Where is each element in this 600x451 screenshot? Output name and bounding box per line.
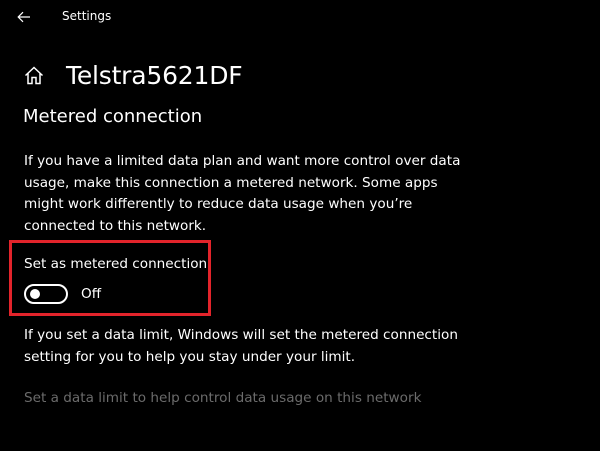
page-header: Telstra5621DF (22, 55, 243, 95)
section-title: Metered connection (23, 106, 203, 127)
page-title: Telstra5621DF (66, 60, 243, 90)
home-icon (24, 65, 44, 84)
highlight-box (9, 240, 211, 316)
window-title: Settings (62, 9, 112, 23)
data-limit-info: If you set a data limit, Windows will se… (24, 327, 458, 365)
back-arrow-icon (17, 11, 30, 23)
title-bar: Settings (0, 0, 600, 33)
toggle-knob (30, 289, 40, 299)
home-button[interactable] (22, 63, 46, 87)
toggle-state-text: Off (81, 286, 102, 302)
metered-toggle-row: Off (24, 284, 101, 304)
back-button[interactable] (8, 3, 40, 31)
set-data-limit-link[interactable]: Set a data limit to help control data us… (24, 390, 421, 406)
metered-toggle-label: Set as metered connection (24, 256, 208, 272)
metered-toggle-switch[interactable] (24, 284, 68, 304)
metered-description: If you have a limited data plan and want… (24, 153, 461, 234)
